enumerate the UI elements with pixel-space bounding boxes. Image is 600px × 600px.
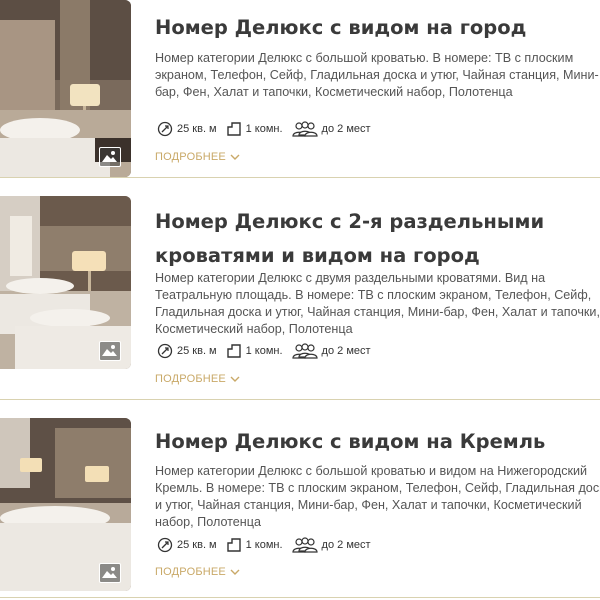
more-link[interactable]: ПОДРОБНЕЕ (155, 151, 240, 163)
room-description: Номер категории Делюкс с большой кровать… (155, 464, 600, 529)
floorplan-icon (226, 122, 241, 136)
room-title[interactable]: Номер Делюкс с видом на город (155, 11, 600, 45)
image-gallery-icon (102, 567, 117, 578)
room-description: Номер категории Делюкс с большой кровать… (155, 51, 599, 99)
area-fact: 25 кв. м (157, 121, 217, 137)
rooms-fact: 1 комн. (226, 343, 283, 359)
guests-value: до 2 мест (321, 123, 371, 135)
area-icon (157, 537, 173, 553)
room-photo[interactable] (0, 0, 131, 177)
room-title[interactable]: Номер Делюкс с видом на Кремль (155, 425, 600, 459)
room-photo[interactable] (0, 418, 131, 591)
gallery-button[interactable] (99, 341, 121, 361)
guests-fact: до 2 мест (291, 121, 371, 137)
image-gallery-icon (102, 151, 117, 162)
gallery-button[interactable] (99, 147, 121, 167)
area-icon (157, 343, 173, 359)
chevron-down-icon (230, 154, 240, 160)
guests-value: до 2 мест (321, 539, 371, 551)
rooms-fact: 1 комн. (226, 537, 283, 553)
guests-fact: до 2 мест (291, 343, 371, 359)
card-divider (0, 177, 600, 178)
more-link[interactable]: ПОДРОБНЕЕ (155, 566, 240, 578)
area-value: 25 кв. м (177, 123, 217, 135)
room-title[interactable]: Номер Делюкс с 2-я раздельными кроватями… (155, 205, 600, 273)
guests-icon (291, 343, 318, 359)
more-link[interactable]: ПОДРОБНЕЕ (155, 373, 240, 385)
room-card: Номер Делюкс с 2-я раздельными кроватями… (0, 196, 600, 397)
room-description: Номер категории Делюкс с двумя раздельны… (155, 271, 600, 336)
rooms-value: 1 комн. (245, 539, 283, 551)
more-label: ПОДРОБНЕЕ (155, 566, 226, 578)
image-gallery-icon (102, 345, 117, 356)
room-facts: 25 кв. м 1 комн. до 2 мест (157, 342, 380, 360)
rooms-value: 1 комн. (245, 123, 283, 135)
guests-icon (291, 537, 318, 553)
guests-value: до 2 мест (321, 345, 371, 357)
area-fact: 25 кв. м (157, 537, 217, 553)
room-facts: 25 кв. м 1 комн. до 2 мест (157, 536, 380, 554)
room-facts: 25 кв. м 1 комн. до 2 мест (157, 120, 380, 138)
rooms-value: 1 комн. (245, 345, 283, 357)
room-card: Номер Делюкс с видом на Кремль Номер кат… (0, 418, 600, 600)
rooms-fact: 1 комн. (226, 121, 283, 137)
more-label: ПОДРОБНЕЕ (155, 373, 226, 385)
room-card: Номер Делюкс с видом на город Номер кате… (0, 0, 600, 177)
chevron-down-icon (230, 569, 240, 575)
chevron-down-icon (230, 376, 240, 382)
floorplan-icon (226, 344, 241, 358)
area-value: 25 кв. м (177, 345, 217, 357)
floorplan-icon (226, 538, 241, 552)
area-icon (157, 121, 173, 137)
gallery-button[interactable] (99, 563, 121, 583)
card-divider (0, 399, 600, 400)
card-divider (0, 597, 600, 598)
more-label: ПОДРОБНЕЕ (155, 151, 226, 163)
area-value: 25 кв. м (177, 539, 217, 551)
guests-fact: до 2 мест (291, 537, 371, 553)
guests-icon (291, 121, 318, 137)
area-fact: 25 кв. м (157, 343, 217, 359)
room-photo[interactable] (0, 196, 131, 369)
